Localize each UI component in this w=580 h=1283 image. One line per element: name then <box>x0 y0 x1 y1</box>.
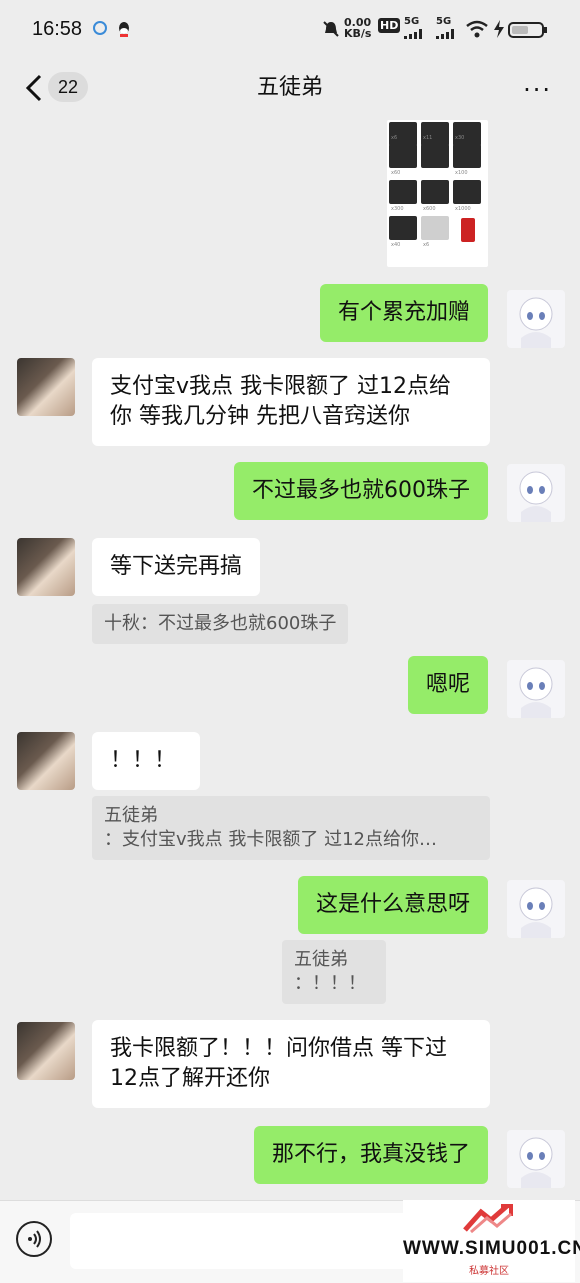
my-avatar[interactable] <box>507 464 565 522</box>
voice-icon <box>28 1230 41 1248</box>
contact-avatar[interactable] <box>17 358 75 416</box>
anime-avatar-icon <box>519 297 553 348</box>
watermark-sub: 私募社区 <box>469 1266 509 1277</box>
voice-input-button[interactable] <box>16 1221 52 1257</box>
qq-icon <box>116 20 132 41</box>
message-bubble[interactable]: ！！！ <box>92 732 200 790</box>
anime-avatar-icon <box>519 1137 553 1188</box>
signal-icon-2 <box>436 28 458 42</box>
more-options-button[interactable]: ··· <box>523 76 552 104</box>
message-bubble[interactable]: 我卡限额了！！！问你借点 等下过12点了解开还你 <box>92 1020 490 1108</box>
image-label: x600 <box>423 206 436 212</box>
watermark-logo-icon <box>463 1204 513 1234</box>
message-bubble[interactable]: 有个累充加赠 <box>319 284 488 342</box>
image-message[interactable]: x6 x11 x30 x60 x100 x300 x600 x1000 x40 … <box>387 120 488 267</box>
message-bubble[interactable]: 不过最多也就600珠子 <box>234 462 488 520</box>
image-label: x6 <box>391 135 398 141</box>
contact-avatar[interactable] <box>17 732 75 790</box>
my-avatar[interactable] <box>507 880 565 938</box>
image-label: x300 <box>391 206 404 212</box>
contact-avatar[interactable] <box>17 538 75 596</box>
mute-icon <box>322 20 340 41</box>
anime-avatar-icon <box>519 887 553 938</box>
wifi-icon <box>466 20 488 41</box>
hd-badge: HD <box>378 18 401 33</box>
message-bubble[interactable]: 嗯呢 <box>407 656 488 714</box>
quote-text: ：！！！ <box>294 973 366 994</box>
my-avatar[interactable] <box>507 660 565 718</box>
image-label: x60 <box>391 170 401 176</box>
image-label: x6 <box>423 242 430 248</box>
net-speed: 0.00 KB/s <box>344 16 372 40</box>
my-avatar[interactable] <box>507 290 565 348</box>
status-bar: 16:58 0.00 KB/s HD 5G 5G <box>0 0 580 58</box>
image-label: x100 <box>455 170 468 176</box>
message-bubble[interactable]: 这是什么意思呀 <box>297 876 488 934</box>
image-label: x1000 <box>455 206 471 212</box>
image-label: x11 <box>423 135 433 141</box>
chat-header: 22 五徒弟 ··· <box>0 58 580 120</box>
quoted-message[interactable]: 五徒弟 ：支付宝v我点 我卡限额了 过12点给你… <box>92 796 490 860</box>
anime-avatar-icon <box>519 667 553 718</box>
browser-icon <box>92 20 108 39</box>
message-bubble[interactable]: 支付宝v我点 我卡限额了 过12点给你 等我几分钟 先把八音窍送你 <box>92 358 490 446</box>
image-label: x30 <box>455 135 465 141</box>
status-time: 16:58 <box>32 18 83 40</box>
quote-text: ：支付宝v我点 我卡限额了 过12点给你… <box>104 829 437 850</box>
chat-title: 五徒弟 <box>256 75 323 100</box>
my-avatar[interactable] <box>507 1130 565 1188</box>
contact-avatar[interactable] <box>17 1022 75 1080</box>
quote-sender: 五徒弟 <box>104 805 158 826</box>
message-bubble[interactable]: 那不行，我真没钱了 <box>253 1126 488 1184</box>
sim2-type: 5G <box>436 16 452 27</box>
signal-icon-1 <box>404 28 426 42</box>
charging-icon <box>494 20 504 41</box>
quote-sender: 五徒弟 <box>294 949 348 970</box>
watermark: WWW.SIMU001.CN 私募社区 <box>403 1200 580 1282</box>
quoted-message[interactable]: 十秋：不过最多也就600珠子 <box>92 604 349 644</box>
message-bubble[interactable]: 等下送完再搞 <box>92 538 261 596</box>
chat-messages[interactable]: x6 x11 x30 x60 x100 x300 x600 x1000 x40 … <box>0 120 580 1200</box>
watermark-site: WWW.SIMU001.CN <box>403 1238 580 1259</box>
battery-icon <box>508 22 548 41</box>
image-label: x40 <box>391 242 401 248</box>
anime-avatar-icon <box>519 471 553 522</box>
sim1-type: 5G <box>404 16 420 27</box>
quoted-message[interactable]: 五徒弟 ：！！！ <box>282 940 386 1004</box>
